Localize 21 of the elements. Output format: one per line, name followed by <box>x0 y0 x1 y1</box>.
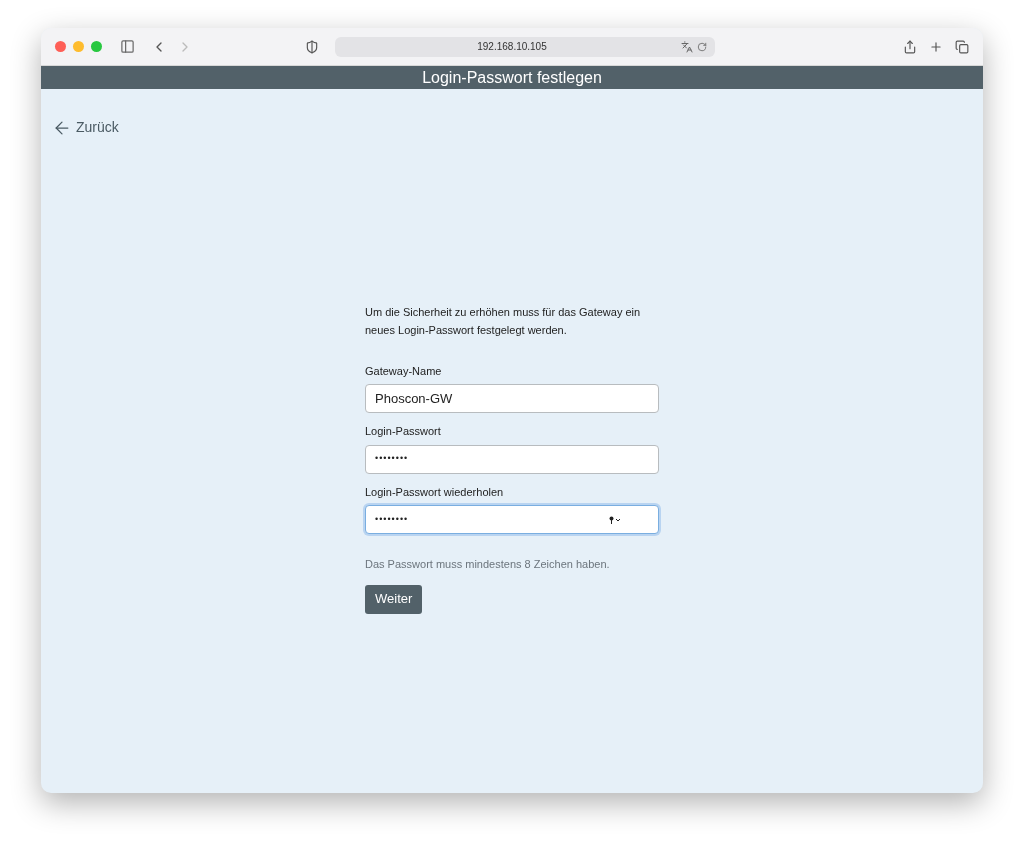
submit-button[interactable]: Weiter <box>365 584 423 614</box>
new-tab-icon[interactable] <box>929 39 943 54</box>
tabs-overview-icon[interactable] <box>955 39 969 54</box>
share-icon[interactable] <box>903 39 917 54</box>
field-label: Login-Passwort wiederholen <box>365 484 505 500</box>
field-label: Login-Passwort <box>365 424 442 439</box>
input-field[interactable]: •••••••• <box>365 505 659 534</box>
address-bar[interactable]: 192.168.10.105 <box>335 36 715 57</box>
back-link[interactable]: Zurück <box>52 117 119 138</box>
sidebar-icon[interactable] <box>120 39 135 54</box>
translate-icon[interactable] <box>681 40 693 53</box>
close-window-icon[interactable] <box>55 41 66 52</box>
input-field[interactable]: Phoscon-GW <box>365 384 659 413</box>
password-hint: Das Passwort muss mindestens 8 Zeichen haben. <box>365 557 611 572</box>
shield-icon[interactable] <box>305 39 319 54</box>
field-label: Gateway-Name <box>365 363 443 379</box>
intro-text: Um die Sicherheit zu erhöhen muss für das Gateway ein neues Login-Passwort festgelegt werden. <box>365 304 642 338</box>
reload-icon[interactable] <box>697 41 707 52</box>
input-field[interactable]: •••••••• <box>365 444 659 474</box>
page-title: Login-Passwort festlegen <box>422 67 602 88</box>
key-icon[interactable] <box>609 515 623 524</box>
